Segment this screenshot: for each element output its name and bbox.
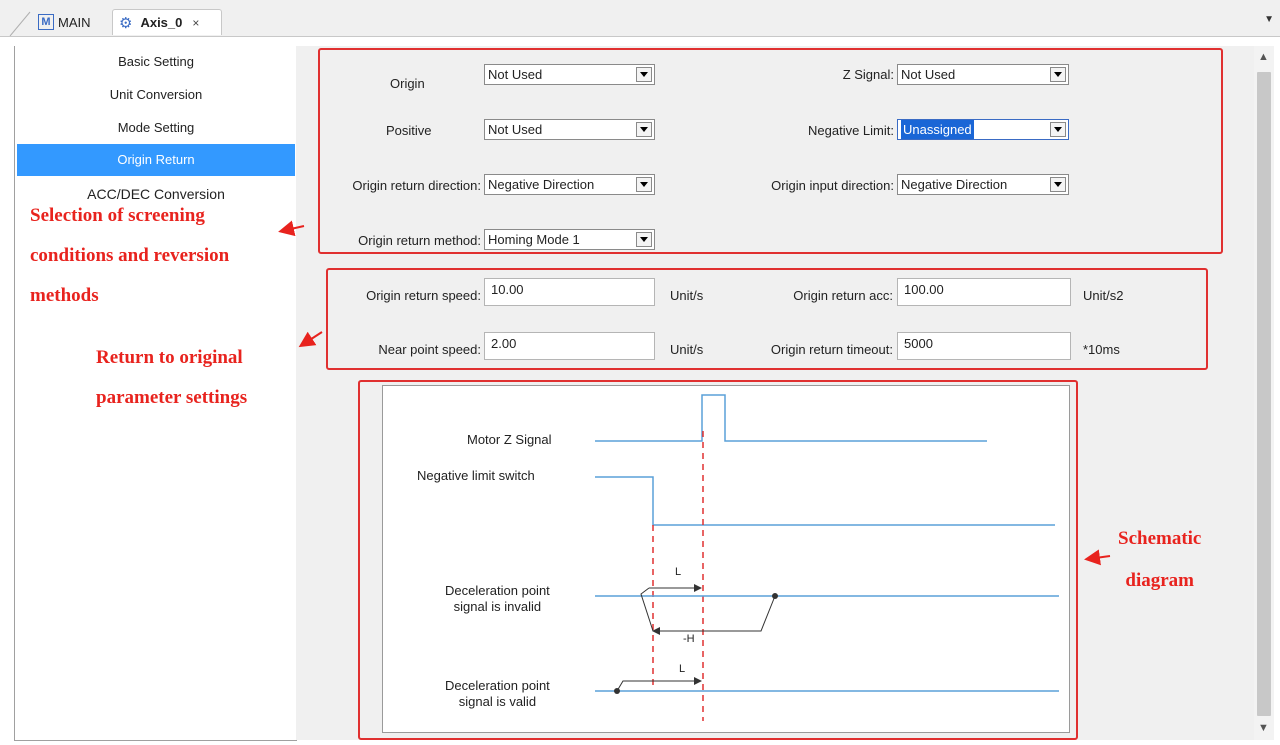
input-direction-select[interactable]: Negative Direction bbox=[897, 174, 1069, 195]
origin-label: Origin bbox=[390, 76, 425, 91]
decel-valid-dot bbox=[614, 688, 620, 694]
chevron-down-icon[interactable] bbox=[636, 67, 652, 82]
decel-valid-arrow bbox=[616, 677, 702, 692]
origin-select[interactable]: Not Used bbox=[484, 64, 655, 85]
arrow-to-conditions bbox=[278, 220, 305, 237]
chevron-down-icon[interactable] bbox=[636, 232, 652, 247]
decel-valid-label: Deceleration point signal is valid bbox=[445, 678, 550, 709]
near-speed-input[interactable]: 2.00 bbox=[484, 332, 655, 360]
decel-invalid-dot bbox=[772, 593, 778, 599]
decel-invalid-return bbox=[652, 595, 776, 635]
chevron-down-icon[interactable] bbox=[636, 122, 652, 137]
negative-limit-switch-label: Negative limit switch bbox=[417, 468, 535, 483]
return-speed-label: Origin return speed: bbox=[366, 288, 481, 303]
near-speed-label: Near point speed: bbox=[378, 342, 481, 357]
return-direction-select[interactable]: Negative Direction bbox=[484, 174, 655, 195]
return-method-select[interactable]: Homing Mode 1 bbox=[484, 229, 655, 250]
schematic-diagram: Motor Z Signal Negative limit switch Dec… bbox=[382, 385, 1070, 733]
return-method-label: Origin return method: bbox=[358, 233, 481, 248]
return-acc-label: Origin return acc: bbox=[793, 288, 893, 303]
positive-label: Positive bbox=[386, 123, 432, 138]
arrow-to-diagram bbox=[1084, 549, 1111, 566]
near-speed-unit: Unit/s bbox=[670, 342, 704, 357]
origin-select-value: Not Used bbox=[488, 67, 543, 82]
l-label-invalid: L bbox=[675, 566, 682, 578]
z-signal-select-value: Not Used bbox=[901, 67, 956, 82]
return-timeout-unit: *10ms bbox=[1083, 342, 1120, 357]
negative-limit-label: Negative Limit: bbox=[808, 123, 894, 138]
z-signal-label: Z Signal: bbox=[842, 67, 894, 82]
arrow-to-params bbox=[298, 331, 323, 348]
positive-select-value: Not Used bbox=[488, 122, 543, 137]
negative-limit-select-value: Unassigned bbox=[901, 120, 974, 139]
negative-limit-select[interactable]: Unassigned bbox=[897, 119, 1069, 140]
decel-invalid-path-left bbox=[640, 587, 654, 632]
return-speed-input[interactable]: 10.00 bbox=[484, 278, 655, 306]
return-direction-select-value: Negative Direction bbox=[488, 177, 595, 192]
return-acc-input[interactable]: 100.00 bbox=[897, 278, 1071, 306]
return-method-select-value: Homing Mode 1 bbox=[488, 232, 580, 247]
chevron-down-icon[interactable] bbox=[1050, 177, 1066, 192]
chevron-down-icon[interactable] bbox=[636, 177, 652, 192]
z-signal-select[interactable]: Not Used bbox=[897, 64, 1069, 85]
decel-invalid-label: Deceleration point signal is invalid bbox=[445, 583, 550, 614]
conditions-group bbox=[318, 48, 1223, 254]
return-direction-label: Origin return direction: bbox=[352, 178, 481, 193]
h-label: -H bbox=[683, 633, 695, 645]
l-label-valid: L bbox=[679, 663, 686, 675]
return-timeout-label: Origin return timeout: bbox=[770, 342, 893, 357]
return-acc-unit: Unit/s2 bbox=[1083, 288, 1124, 303]
motor-z-signal-label: Motor Z Signal bbox=[467, 432, 552, 447]
input-direction-select-value: Negative Direction bbox=[901, 177, 1008, 192]
negative-limit-line bbox=[595, 476, 1055, 526]
input-direction-label: Origin input direction: bbox=[771, 178, 894, 193]
chevron-down-icon[interactable] bbox=[1050, 67, 1066, 82]
return-speed-unit: Unit/s bbox=[670, 288, 704, 303]
positive-select[interactable]: Not Used bbox=[484, 119, 655, 140]
return-timeout-input[interactable]: 5000 bbox=[897, 332, 1071, 360]
motor-z-signal-line bbox=[595, 394, 987, 442]
chevron-down-icon[interactable] bbox=[1050, 122, 1066, 137]
